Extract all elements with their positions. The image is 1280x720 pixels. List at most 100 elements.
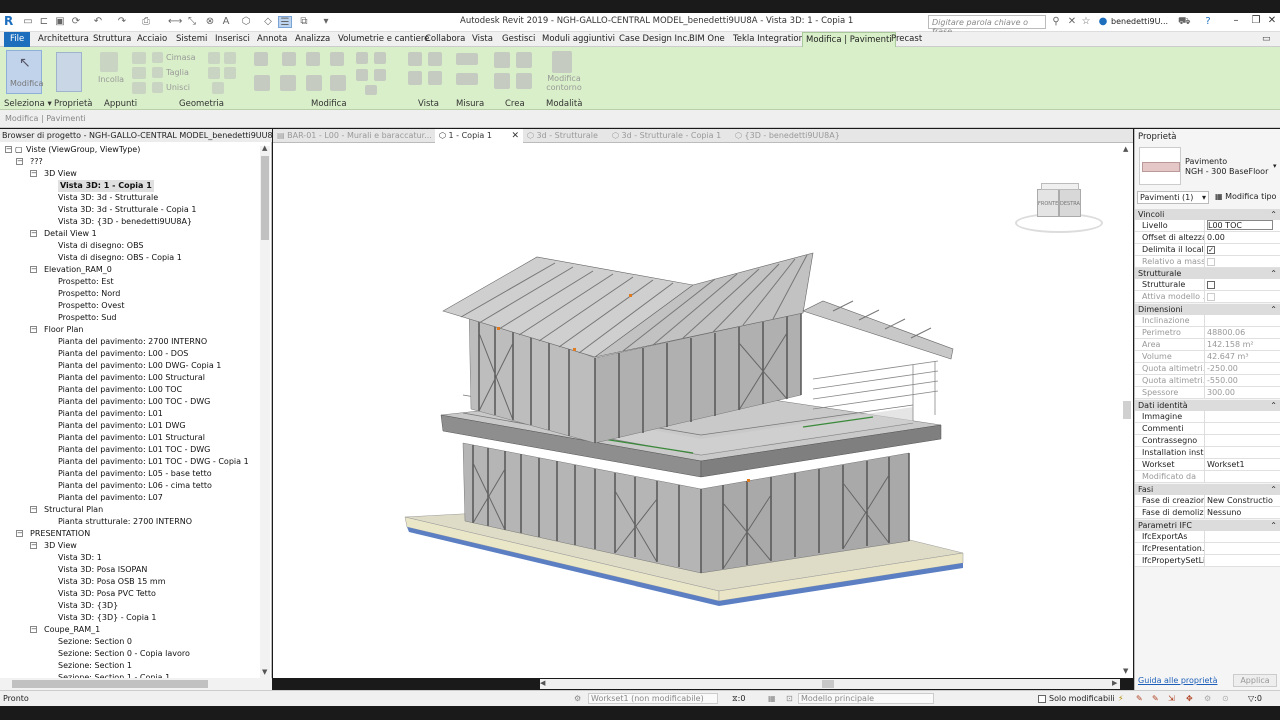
delete-icon[interactable] [365, 85, 377, 95]
close-button[interactable]: ✕ [1262, 15, 1280, 29]
subscription-icon[interactable]: ✕ [1066, 16, 1078, 28]
section-parametri-ifc[interactable]: Parametri IFC ⌃ [1135, 520, 1280, 531]
tree-toggle-icon[interactable]: − [16, 158, 23, 165]
view-tab-copia1[interactable]: ⬡ 1 - Copia 1 ✕ [435, 129, 523, 143]
thin-lines-icon[interactable]: ☰ [278, 16, 292, 28]
tree-item[interactable]: Viste (ViewGroup, ViewType) [26, 144, 140, 156]
tab-volumetrie[interactable]: Volumetrie e cantiere [335, 32, 432, 47]
canvas-scroll-up-icon[interactable]: ▲ [1123, 145, 1128, 153]
tree-item[interactable]: Pianta del pavimento: L07 [58, 492, 163, 504]
array-icon[interactable] [374, 52, 386, 64]
tree-item[interactable]: Structural Plan [44, 504, 103, 516]
create-group-icon[interactable] [516, 52, 532, 68]
type-dropdown-icon[interactable]: ▾ [1273, 162, 1277, 170]
measure-tool-icon[interactable] [456, 53, 478, 65]
scroll-up-icon[interactable]: ▲ [262, 144, 267, 152]
editable-only-checkbox[interactable] [1038, 695, 1046, 703]
tree-item[interactable]: Vista di disegno: OBS - Copia 1 [58, 252, 182, 264]
redo-icon[interactable]: ↷ [116, 16, 128, 28]
filter-status-icon[interactable]: ▽:0 [1248, 694, 1262, 703]
tree-item[interactable]: Coupe_RAM_1 [44, 624, 100, 636]
tree-toggle-icon[interactable]: − [30, 266, 37, 273]
undo-icon[interactable]: ↶ [92, 16, 104, 28]
tree-item[interactable]: Floor Plan [44, 324, 83, 336]
edit-boundary-icon[interactable] [552, 51, 572, 73]
view-tab-3d-strutturale-copia[interactable]: ⬡ 3d - Strutturale - Copia 1 [612, 129, 721, 143]
select-by-face-icon[interactable]: ⇲ [1168, 694, 1175, 703]
type-name[interactable]: NGH - 300 BaseFloor [1185, 167, 1268, 176]
tree-item[interactable]: Vista di disegno: OBS [58, 240, 144, 252]
tab-architettura[interactable]: Architettura [35, 32, 92, 47]
tree-item[interactable]: Vista 3D: Posa ISOPAN [58, 564, 147, 576]
tree-item[interactable]: ??? [30, 156, 43, 168]
trim-icon[interactable] [330, 75, 346, 91]
view-tab-bar01[interactable]: ▤ BAR-01 - L00 - Murali e baraccatur... [277, 129, 432, 143]
canvas-hthumb[interactable] [822, 680, 834, 688]
help-icon[interactable]: ? [1202, 16, 1214, 28]
cart-icon[interactable]: ⛟ [1178, 16, 1191, 28]
section-icon[interactable]: ◇ [262, 16, 274, 28]
tree-item[interactable]: Prospetto: Nord [58, 288, 120, 300]
apply-button[interactable]: Applica [1233, 674, 1277, 687]
tab-file[interactable]: File [4, 32, 31, 47]
tab-sistemi[interactable]: Sistemi [173, 32, 210, 47]
tree-item[interactable]: Pianta del pavimento: L01 [58, 408, 163, 420]
tree-toggle-icon[interactable]: − [30, 506, 37, 513]
tab-modifica-pavimenti[interactable]: Modifica | Pavimenti [802, 32, 896, 47]
tree-item[interactable]: Sezione: Section 1 [58, 660, 132, 672]
prop-installation[interactable]: Installation instr... [1135, 447, 1280, 459]
cimasa-label[interactable]: Cimasa [166, 53, 196, 62]
mirror-draw-icon[interactable] [330, 52, 344, 66]
unisci-label[interactable]: Unisci [166, 83, 190, 92]
binoculars-icon[interactable]: ⚲ [1050, 16, 1062, 28]
tree-item[interactable]: Pianta del pavimento: 2700 INTERNO [58, 336, 207, 348]
user-name[interactable]: benedetti9U... [1111, 17, 1168, 26]
tree-item[interactable]: Detail View 1 [44, 228, 97, 240]
edit-type-button[interactable]: ▦ Modifica tipo [1213, 191, 1279, 204]
close-tab-icon[interactable]: ✕ [511, 129, 519, 143]
group-seleziona[interactable]: Seleziona ▾ [4, 99, 52, 109]
user-icon[interactable]: ● [1097, 16, 1109, 28]
canvas-scroll-down-icon[interactable]: ▼ [1123, 667, 1128, 675]
align-icon[interactable] [254, 52, 268, 66]
strutturale-checkbox[interactable] [1207, 281, 1215, 289]
press-drag-icon[interactable]: ⊙ [1222, 694, 1229, 703]
main-model-icon[interactable]: ⊡ [786, 694, 793, 703]
section-vincoli[interactable]: Vincoli ⌃ [1135, 209, 1280, 220]
tree-toggle-icon[interactable]: − [30, 326, 37, 333]
tree-item[interactable]: Sezione: Section 0 [58, 636, 132, 648]
tree-item[interactable]: Pianta strutturale: 2700 INTERNO [58, 516, 192, 528]
pin-icon[interactable] [374, 69, 386, 81]
view-icon-4[interactable] [428, 71, 442, 85]
geometry-icon-6[interactable] [224, 52, 236, 64]
section-dati-identita[interactable]: Dati identità ⌃ [1135, 400, 1280, 411]
3d-view-icon[interactable]: ⬡ [240, 16, 252, 28]
copy-icon[interactable] [132, 52, 146, 64]
select-links-icon[interactable]: ⚡ [1118, 694, 1124, 703]
prop-strutturale[interactable]: Strutturale [1135, 279, 1280, 291]
tree-toggle-icon[interactable]: − [30, 626, 37, 633]
paste-icon[interactable] [100, 52, 118, 72]
scale-icon[interactable] [356, 69, 368, 81]
properties-button[interactable] [56, 52, 82, 92]
dimension-icon[interactable]: ⤡ [186, 16, 198, 28]
sync-icon[interactable]: ⟳ [70, 16, 82, 28]
tree-item[interactable]: Sezione: Section 0 - Copia lavoro [58, 648, 190, 660]
geometry-icon-8[interactable] [212, 82, 224, 94]
geometry-icon-5[interactable] [208, 67, 220, 79]
tree-toggle-icon[interactable]: − [30, 170, 37, 177]
tree-item[interactable]: Pianta del pavimento: L01 TOC - DWG [58, 444, 210, 456]
tab-analizza[interactable]: Analizza [292, 32, 333, 47]
rotate-icon[interactable] [306, 75, 322, 91]
tree-toggle-icon[interactable]: − [30, 542, 37, 549]
project-browser[interactable]: − Viste (ViewGroup, ViewType) ▢ −??? −3D Vie… [0, 142, 272, 678]
tag-icon[interactable]: ⊗ [204, 16, 216, 28]
modify-button[interactable]: ↖ Modifica [6, 50, 43, 94]
tree-toggle-icon[interactable]: − [30, 230, 37, 237]
tree-item[interactable]: Pianta del pavimento: L00 TOC - DWG [58, 396, 210, 408]
tree-item[interactable]: 3D View [44, 540, 77, 552]
element-selector[interactable]: Pavimenti (1) ▾ [1137, 191, 1209, 204]
tab-acciaio[interactable]: Acciaio [134, 32, 170, 47]
tree-item[interactable]: Vista 3D: Posa PVC Tetto [58, 588, 156, 600]
match-icon[interactable] [132, 82, 146, 94]
